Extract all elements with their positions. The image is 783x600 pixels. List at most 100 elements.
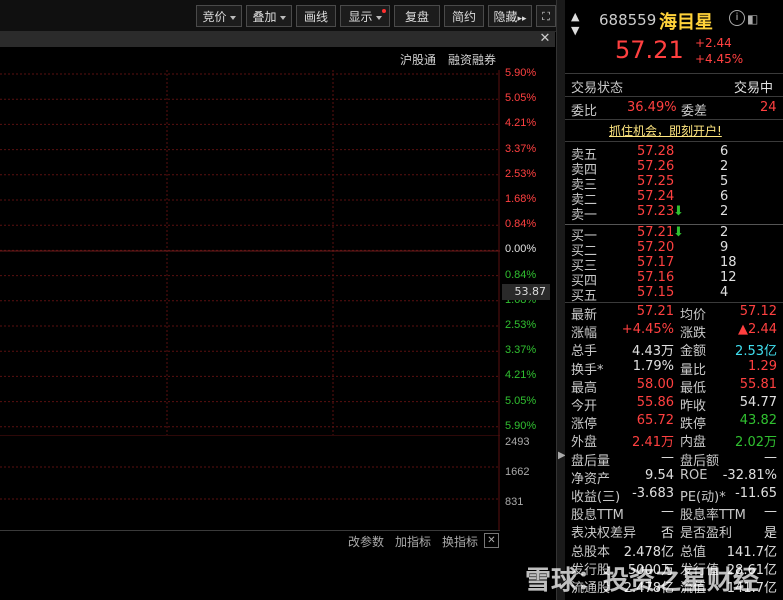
pin-icon[interactable]: ◧ xyxy=(747,12,758,26)
percent-label: 0.00% xyxy=(505,243,537,256)
margin-link[interactable]: 融资融券 xyxy=(448,51,496,68)
quote-value: — xyxy=(764,449,777,465)
status-value: 交易中 xyxy=(734,81,774,96)
chevron-down-icon[interactable]: ▼ xyxy=(571,24,579,37)
quote-value: — xyxy=(661,504,674,520)
quote-label: 总股本 xyxy=(571,544,611,560)
add-indicator-link[interactable]: 加指标 xyxy=(395,533,431,550)
quote-label: 总值 xyxy=(680,544,707,560)
simple-button[interactable]: 简约 xyxy=(444,5,484,27)
quote-value: 否 xyxy=(660,526,674,542)
info-icon[interactable]: i xyxy=(729,10,745,26)
fullscreen-button[interactable]: ⛶ xyxy=(536,5,556,27)
quote-value: — xyxy=(661,449,674,465)
book-volume: 2 xyxy=(720,204,729,219)
quote-value: -11.65 xyxy=(735,486,777,501)
quote-label: 跌停 xyxy=(680,417,707,433)
replay-button[interactable]: 复盘 xyxy=(394,5,440,27)
quote-label: 均价 xyxy=(680,308,707,323)
book-volume: 18 xyxy=(720,255,737,270)
stock-code: 688559 xyxy=(599,11,657,29)
quote-label: 量比 xyxy=(680,362,707,378)
switch-indicator-link[interactable]: 换指标 xyxy=(442,533,478,550)
percent-label: 5.90% xyxy=(505,67,537,79)
volume-label: 2493 xyxy=(505,436,530,448)
wc-value: 24 xyxy=(760,100,777,115)
book-price: 57.16 xyxy=(637,270,675,285)
quote-value: 1.29 xyxy=(748,358,777,374)
percent-label: 2.53% xyxy=(505,319,537,331)
chevron-down-icon xyxy=(375,15,382,20)
chevron-up-icon[interactable]: ▲ xyxy=(571,10,579,23)
display-label: 显示 xyxy=(348,10,373,24)
params-link[interactable]: 改参数 xyxy=(348,533,384,550)
quote-label: 今开 xyxy=(571,399,598,414)
quote-label: 涨幅 xyxy=(571,326,598,342)
chart-header-bar xyxy=(0,31,555,47)
double-chevron-right-icon: ▸▸ xyxy=(517,14,527,24)
quote-label: 总手 xyxy=(571,344,598,360)
book-volume: 2 xyxy=(720,225,729,240)
quote-value: +4.45% xyxy=(621,322,674,338)
display-dropdown[interactable]: 显示 xyxy=(340,5,390,27)
percent-label: 0.84% xyxy=(505,218,537,231)
volume-label: 1662 xyxy=(505,466,530,478)
quote-value: 1.79% xyxy=(632,358,674,374)
price-tag: 53.87 xyxy=(502,284,550,300)
percent-label: 1.68% xyxy=(505,193,537,205)
quote-value: 9.54 xyxy=(645,467,674,483)
quote-value: 43.82 xyxy=(739,413,777,429)
quote-label: 盘后额 xyxy=(680,453,720,469)
quote-value: 4.43万 xyxy=(632,344,674,360)
quote-value: 65.72 xyxy=(636,413,674,429)
volume-chart[interactable] xyxy=(0,435,500,530)
replay-label: 复盘 xyxy=(404,10,429,24)
draw-button[interactable]: 画线 xyxy=(296,5,336,27)
down-arrow-icon: ⬇ xyxy=(673,225,684,240)
bid-dropdown[interactable]: 竞价 xyxy=(196,5,242,27)
stock-name: 海目星 xyxy=(659,12,713,33)
percent-label: 3.37% xyxy=(505,142,537,155)
quote-label: 盘后量 xyxy=(571,453,611,469)
volume-label: 831 xyxy=(505,496,524,508)
quote-label: 净资产 xyxy=(571,471,611,487)
promo-link[interactable]: 抓住机会，即刻开户! xyxy=(609,122,722,139)
book-volume: 2 xyxy=(720,159,729,174)
overlay-label: 叠加 xyxy=(252,10,277,24)
quote-value: 2.41万 xyxy=(632,435,674,451)
divider xyxy=(565,119,783,120)
quote-label: 涨跌 xyxy=(680,326,707,342)
percent-label: 0.84% xyxy=(505,268,537,281)
quote-value: 2.53亿 xyxy=(735,344,777,360)
panel-splitter[interactable]: ▶ xyxy=(556,0,566,600)
quote-label: ROE xyxy=(680,467,708,483)
overlay-dropdown[interactable]: 叠加 xyxy=(246,5,292,27)
intraday-chart[interactable] xyxy=(0,70,500,435)
hide-label: 隐藏 xyxy=(493,10,518,24)
quote-value: — xyxy=(764,504,777,520)
hgt-link[interactable]: 沪股通 xyxy=(400,51,436,68)
price-change-pct: +4.45% xyxy=(695,52,744,66)
quote-value: 58.00 xyxy=(636,376,674,392)
divider xyxy=(565,141,783,142)
divider xyxy=(565,73,783,74)
percent-label: 3.37% xyxy=(505,344,537,357)
quote-label: 内盘 xyxy=(680,435,707,451)
book-volume: 6 xyxy=(720,144,729,159)
quote-label: 金额 xyxy=(680,344,707,360)
book-price: 57.23 xyxy=(637,204,675,219)
wb-label: 委比 xyxy=(571,104,598,119)
quote-value: 2.478亿 xyxy=(623,544,674,560)
hide-button[interactable]: 隐藏▸▸ xyxy=(488,5,532,27)
quote-label: 最新 xyxy=(571,308,598,323)
down-arrow-icon: ⬇ xyxy=(673,204,684,219)
chart-toolbar: 竞价 叠加 画线 显示 复盘 简约 隐藏▸▸ ⛶ xyxy=(0,0,560,32)
close-icon[interactable]: ✕ xyxy=(484,533,499,548)
percent-label: 5.90% xyxy=(505,419,537,432)
book-price: 57.15 xyxy=(637,285,675,300)
price-change: +2.44 xyxy=(695,36,732,50)
book-volume: 6 xyxy=(720,189,729,204)
book-price: 57.25 xyxy=(637,174,675,189)
close-icon[interactable]: ✕ xyxy=(537,31,553,47)
book-volume: 9 xyxy=(720,240,729,255)
